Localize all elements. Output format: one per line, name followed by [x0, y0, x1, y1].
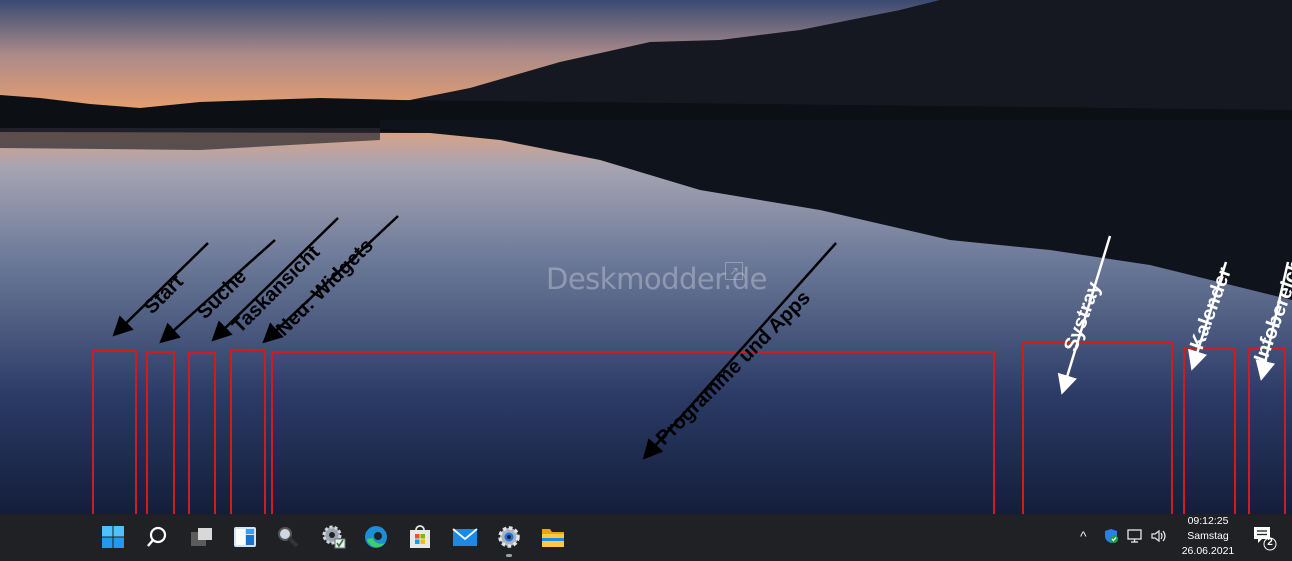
task-view-button[interactable]	[183, 518, 221, 556]
volume-icon[interactable]	[1150, 528, 1168, 547]
widgets-icon	[234, 527, 256, 547]
search-icon	[147, 526, 167, 547]
control-panel-icon	[322, 525, 346, 549]
settings-icon	[498, 526, 520, 548]
search-button[interactable]	[138, 518, 176, 556]
magnifier-icon	[278, 527, 299, 548]
file-explorer-icon	[542, 529, 564, 547]
mail-button[interactable]	[446, 518, 484, 556]
network-icon[interactable]	[1126, 528, 1144, 547]
magnifier-button[interactable]	[269, 518, 307, 556]
settings-button[interactable]	[490, 518, 528, 557]
clock[interactable]: 09:12:25 Samstag 26.06.2021	[1178, 514, 1238, 559]
start-button[interactable]	[94, 518, 132, 556]
edge-button[interactable]	[357, 518, 395, 556]
notification-icon	[1254, 527, 1277, 551]
file-explorer-button[interactable]	[534, 518, 572, 556]
clock-time: 09:12:25	[1187, 515, 1229, 527]
windows-start-icon	[102, 526, 124, 548]
annotation-arrows	[112, 215, 1290, 460]
clock-date: 26.06.2021	[1181, 545, 1235, 557]
control-panel-button[interactable]	[315, 518, 353, 556]
mail-icon	[452, 528, 478, 546]
edge-icon	[365, 526, 387, 548]
defender-shield-icon[interactable]	[1103, 528, 1119, 547]
active-indicator	[506, 554, 512, 557]
task-view-icon	[191, 528, 212, 546]
clock-day: Samstag	[1187, 530, 1229, 542]
notification-count-badge: 2	[1267, 537, 1273, 548]
store-button[interactable]	[401, 518, 439, 556]
chevron-up-icon[interactable]: ^	[1080, 528, 1087, 544]
store-icon	[410, 525, 430, 548]
notification-center-button[interactable]: 2	[1252, 524, 1278, 557]
widgets-button[interactable]	[226, 518, 264, 556]
